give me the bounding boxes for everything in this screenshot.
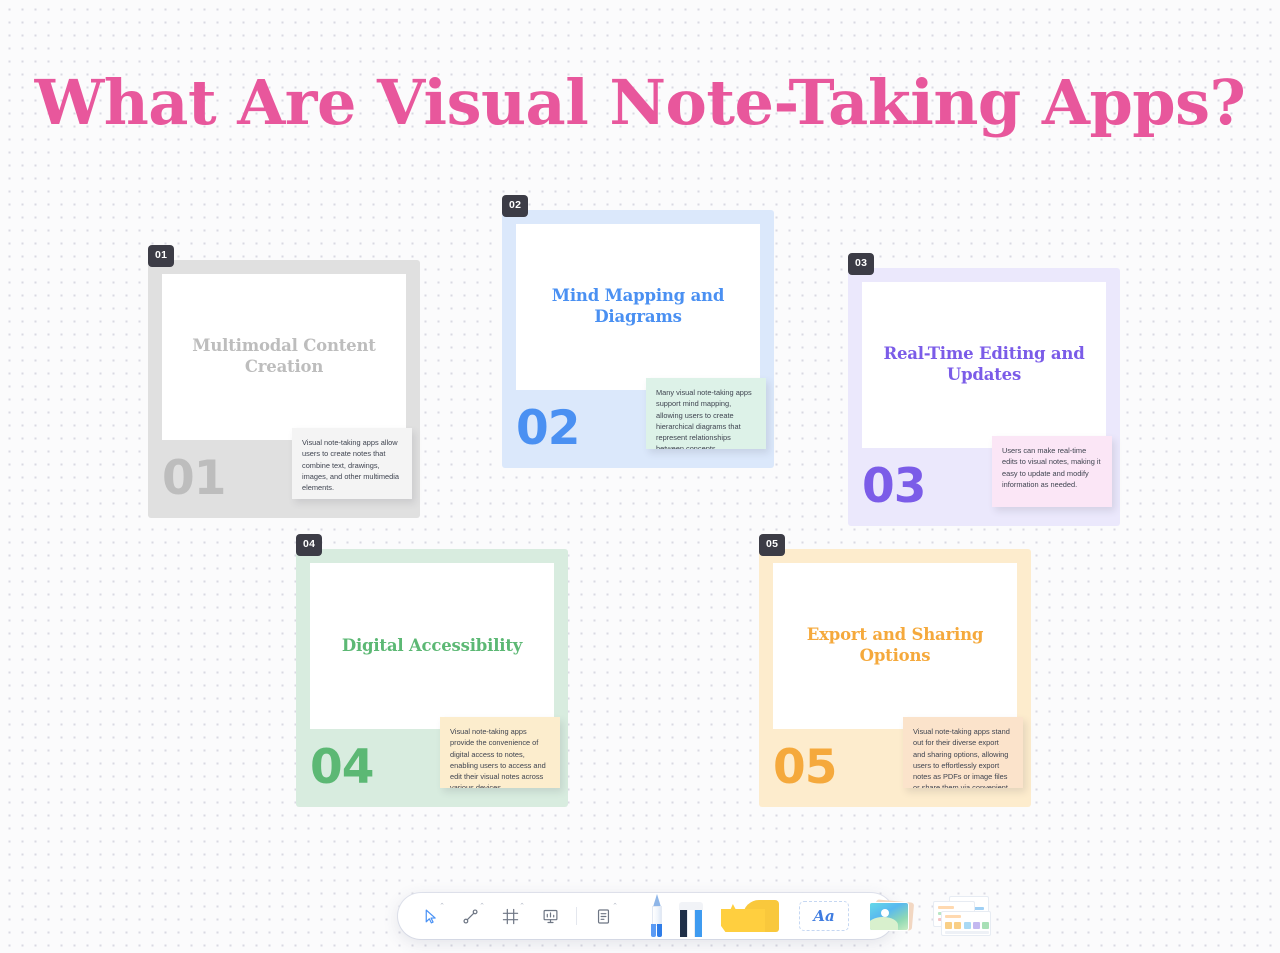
image-tool-button[interactable]: Image [869, 898, 915, 934]
frame-tool-button[interactable]: ⌃ Frame [495, 901, 525, 931]
card-heading: Multimodal Content Creation [192, 336, 376, 376]
card-badge[interactable]: 01 [148, 245, 175, 267]
card-number: 03 [862, 459, 926, 514]
chevron-up-icon: ⌃ [479, 903, 485, 910]
card-badge[interactable]: 03 [848, 253, 875, 275]
page-title: What Are Visual Note-Taking Apps? [34, 66, 1246, 139]
connector-icon [462, 908, 478, 924]
card-badge[interactable]: 02 [502, 195, 529, 217]
connector-tool-button[interactable]: ⌃ Connector [455, 901, 485, 931]
card-white-panel: Real-Time Editing and Updates [862, 282, 1106, 448]
card-white-panel: Mind Mapping and Diagrams [516, 224, 760, 390]
pen-icon [649, 894, 665, 938]
card-05[interactable]: 05 Export and Sharing Options 05 Visual not… [759, 534, 1031, 807]
text-tool-button[interactable]: Aa [799, 901, 849, 931]
chevron-up-icon: ⌃ [612, 903, 618, 910]
card-white-panel: Multimodal Content Creation [162, 274, 406, 440]
card-white-panel: Export and Sharing Options [773, 563, 1017, 729]
sticky-note-icon [721, 894, 779, 938]
image-icon [869, 898, 915, 934]
presentation-icon [543, 909, 557, 923]
card-heading: Digital Accessibility [341, 635, 523, 655]
card-heading: Real-Time Editing and Updates [883, 344, 1085, 384]
card-heading: Export and Sharing Options [806, 625, 984, 665]
card-note[interactable]: Users can make real-time edits to visual… [992, 436, 1112, 507]
card-note[interactable]: Visual note-taking apps allow users to c… [292, 428, 412, 499]
card-03[interactable]: 03 Real-Time Editing and Updates 03 Users c… [848, 253, 1120, 526]
note-doc-tool-button[interactable]: ⌃ Document [588, 901, 618, 931]
chevron-up-icon: ⌃ [439, 903, 445, 910]
chevron-up-icon: ⌃ [519, 903, 525, 910]
select-tool-button[interactable]: ⌃ Select [415, 901, 445, 931]
eraser-icon [679, 894, 703, 938]
card-white-panel: Digital Accessibility [310, 563, 554, 729]
card-note[interactable]: Visual note-taking apps stand out for th… [903, 717, 1023, 788]
toolbar-object-group: Pen Eraser Sticky Note Aa Image [645, 894, 995, 938]
card-number: 02 [516, 401, 580, 456]
card-badge[interactable]: 05 [759, 534, 786, 556]
toolbar-divider [576, 907, 577, 925]
presentation-tool-button[interactable]: Presentation [535, 901, 565, 931]
card-heading: Mind Mapping and Diagrams [551, 286, 725, 326]
document-icon [597, 908, 609, 924]
eraser-tool-button[interactable]: Eraser [679, 894, 703, 938]
cursor-icon [425, 909, 436, 923]
toolbar-primary-group: ⌃ Select ⌃ Connector ⌃ Frame [410, 901, 623, 931]
card-badge[interactable]: 04 [296, 534, 323, 556]
card-02[interactable]: 02 Mind Mapping and Diagrams 02 Many visual… [502, 195, 774, 468]
bottom-toolbar[interactable]: ⌃ Select ⌃ Connector ⌃ Frame [398, 893, 991, 939]
templates-icon [933, 896, 991, 936]
templates-tool-button[interactable]: Templates [933, 896, 991, 936]
card-number: 01 [162, 451, 226, 506]
sticky-note-tool-button[interactable]: Sticky Note [721, 894, 779, 938]
card-note[interactable]: Many visual note-taking apps support min… [646, 378, 766, 449]
card-number: 05 [773, 740, 837, 795]
card-04[interactable]: 04 Digital Accessibility 04 Visual note-tak… [296, 534, 568, 807]
frame-icon [502, 908, 518, 924]
card-number: 04 [310, 740, 374, 795]
pen-tool-button[interactable]: Pen [649, 894, 665, 938]
card-01[interactable]: 01 Multimodal Content Creation 01 Visual no… [148, 245, 420, 518]
card-note[interactable]: Visual note-taking apps provide the conv… [440, 717, 560, 788]
text-aa-icon: Aa [799, 901, 849, 931]
